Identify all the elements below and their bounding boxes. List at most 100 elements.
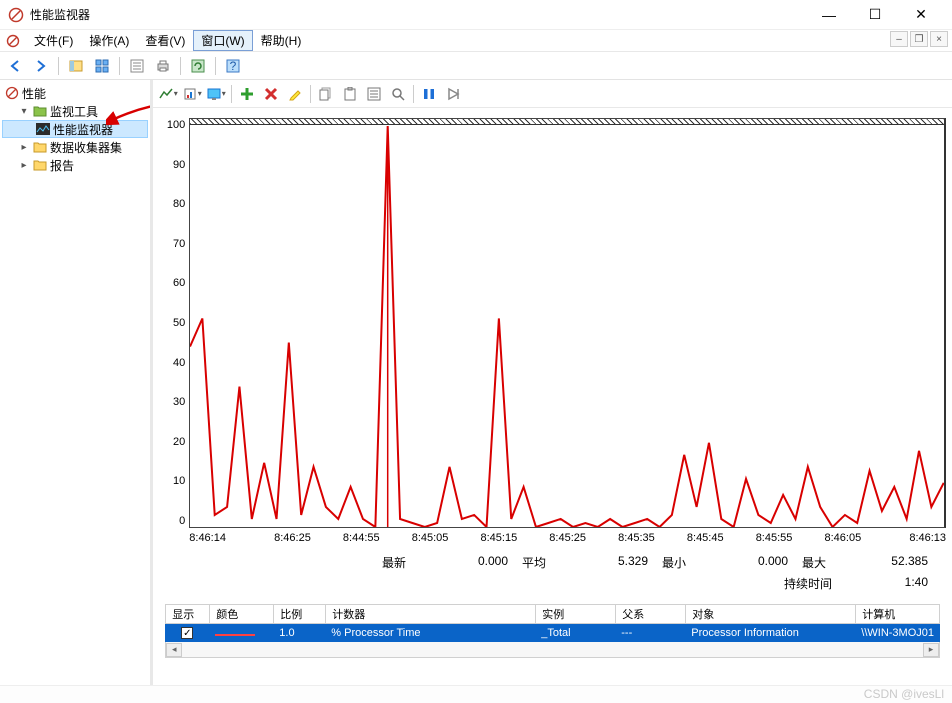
tree-data-collectors[interactable]: ▸ 数据收集器集 xyxy=(2,138,148,156)
stat-max-label: 最大 xyxy=(802,554,844,571)
add-counter-button[interactable] xyxy=(236,83,258,105)
legend-row[interactable]: ✓ 1.0 % Processor Time _Total --- Proces… xyxy=(165,624,940,642)
menu-view[interactable]: 查看(V) xyxy=(137,30,193,51)
properties-button[interactable] xyxy=(126,55,148,77)
mdi-restore-button[interactable]: ❐ xyxy=(910,31,928,47)
view-button[interactable] xyxy=(91,55,113,77)
menu-window[interactable]: 窗口(W) xyxy=(193,30,252,51)
menu-file[interactable]: 文件(F) xyxy=(26,30,81,51)
legend-header[interactable]: 显示 颜色 比例 计数器 实例 父系 对象 计算机 xyxy=(165,604,940,624)
y-tick: 50 xyxy=(173,317,185,329)
chart-line xyxy=(190,126,944,527)
show-checkbox[interactable]: ✓ xyxy=(181,627,193,639)
print-button[interactable] xyxy=(152,55,174,77)
legend-scrollbar[interactable]: ◂ ▸ xyxy=(165,642,940,658)
x-tick: 8:45:35 xyxy=(602,532,671,544)
col-parent[interactable]: 父系 xyxy=(616,605,686,623)
maximize-button[interactable]: ☐ xyxy=(852,0,898,30)
col-counter[interactable]: 计数器 xyxy=(326,605,536,623)
zoom-button[interactable] xyxy=(387,83,409,105)
highlight-button[interactable] xyxy=(284,83,306,105)
cell-parent: --- xyxy=(615,626,685,640)
stat-latest-label: 最新 xyxy=(382,554,424,571)
cell-scale: 1.0 xyxy=(273,626,325,640)
view-type-button[interactable] xyxy=(157,83,179,105)
col-color[interactable]: 颜色 xyxy=(210,605,274,623)
stat-avg-label: 平均 xyxy=(522,554,564,571)
stat-avg-value: 5.329 xyxy=(568,554,658,571)
minimize-button[interactable]: — xyxy=(806,0,852,30)
x-tick: 8:45:55 xyxy=(740,532,809,544)
mdi-close-button[interactable]: × xyxy=(930,31,948,47)
tree-label: 报告 xyxy=(50,157,74,174)
cell-counter: % Processor Time xyxy=(325,626,535,640)
chart-plot[interactable] xyxy=(189,118,946,528)
update-button[interactable] xyxy=(442,83,464,105)
y-tick: 100 xyxy=(167,119,185,131)
app-icon xyxy=(4,85,20,101)
svg-text:?: ? xyxy=(230,59,237,73)
collapse-icon[interactable]: ▾ xyxy=(18,106,30,117)
stat-min-value: 0.000 xyxy=(708,554,798,571)
status-bar xyxy=(0,685,952,703)
properties-button[interactable] xyxy=(363,83,385,105)
data-source-button[interactable] xyxy=(181,83,203,105)
col-computer[interactable]: 计算机 xyxy=(856,605,939,623)
stat-max-value: 52.385 xyxy=(848,554,938,571)
expand-icon[interactable]: ▸ xyxy=(18,160,30,171)
col-instance[interactable]: 实例 xyxy=(536,605,616,623)
y-tick: 20 xyxy=(173,436,185,448)
cell-object: Processor Information xyxy=(685,626,855,640)
delete-counter-button[interactable] xyxy=(260,83,282,105)
x-tick: 8:46:13 xyxy=(877,532,946,544)
chart-area: 0102030405060708090100 8:46:148:46:258:4… xyxy=(153,108,952,685)
y-tick: 40 xyxy=(173,357,185,369)
content-pane: 0102030405060708090100 8:46:148:46:258:4… xyxy=(153,80,952,685)
tree-root-performance[interactable]: 性能 xyxy=(2,84,148,102)
close-button[interactable]: ✕ xyxy=(898,0,944,30)
col-scale[interactable]: 比例 xyxy=(274,605,326,623)
expand-icon[interactable]: ▸ xyxy=(18,142,30,153)
back-button[interactable] xyxy=(4,55,26,77)
col-show[interactable]: 显示 xyxy=(166,605,210,623)
stats-row-2: 持续时间 1:40 xyxy=(159,573,946,600)
col-object[interactable]: 对象 xyxy=(686,605,856,623)
y-tick: 60 xyxy=(173,277,185,289)
y-tick: 30 xyxy=(173,396,185,408)
display-button[interactable] xyxy=(205,83,227,105)
stats-row-1: 最新 0.000 平均 5.329 最小 0.000 最大 52.385 xyxy=(159,544,946,573)
help-button[interactable]: ? xyxy=(222,55,244,77)
color-swatch xyxy=(215,634,255,636)
tree-reports[interactable]: ▸ 报告 xyxy=(2,156,148,174)
tree-monitor-tools[interactable]: ▾ 监视工具 xyxy=(2,102,148,120)
scroll-right-button[interactable]: ▸ xyxy=(923,643,939,657)
tree-performance-monitor[interactable]: 性能监视器 xyxy=(2,120,148,138)
show-hide-tree-button[interactable] xyxy=(65,55,87,77)
y-tick: 80 xyxy=(173,198,185,210)
folder-icon xyxy=(32,157,48,173)
mdi-minimize-button[interactable]: – xyxy=(890,31,908,47)
x-axis: 8:46:148:46:258:44:558:45:058:45:158:45:… xyxy=(189,532,946,544)
refresh-button[interactable] xyxy=(187,55,209,77)
watermark: CSDN @ivesLl xyxy=(864,687,944,701)
main-toolbar: ? xyxy=(0,52,952,80)
x-tick: 8:44:55 xyxy=(327,532,396,544)
x-tick: 8:46:25 xyxy=(258,532,327,544)
app-icon xyxy=(4,32,22,50)
freeze-button[interactable] xyxy=(418,83,440,105)
tree-label: 性能监视器 xyxy=(53,121,113,138)
window-title: 性能监视器 xyxy=(30,6,806,23)
x-tick: 8:45:15 xyxy=(464,532,533,544)
scroll-left-button[interactable]: ◂ xyxy=(166,643,182,657)
menu-action[interactable]: 操作(A) xyxy=(81,30,137,51)
copy-button[interactable] xyxy=(315,83,337,105)
navigation-tree[interactable]: 性能 ▾ 监视工具 性能监视器 ▸ 数据收集器集 ▸ 报告 xyxy=(0,80,153,685)
stat-min-label: 最小 xyxy=(662,554,704,571)
paste-button[interactable] xyxy=(339,83,361,105)
forward-button[interactable] xyxy=(30,55,52,77)
x-tick: 8:45:05 xyxy=(396,532,465,544)
y-tick: 70 xyxy=(173,238,185,250)
folder-icon xyxy=(32,103,48,119)
stat-latest-value: 0.000 xyxy=(428,554,518,571)
menu-help[interactable]: 帮助(H) xyxy=(253,30,310,51)
